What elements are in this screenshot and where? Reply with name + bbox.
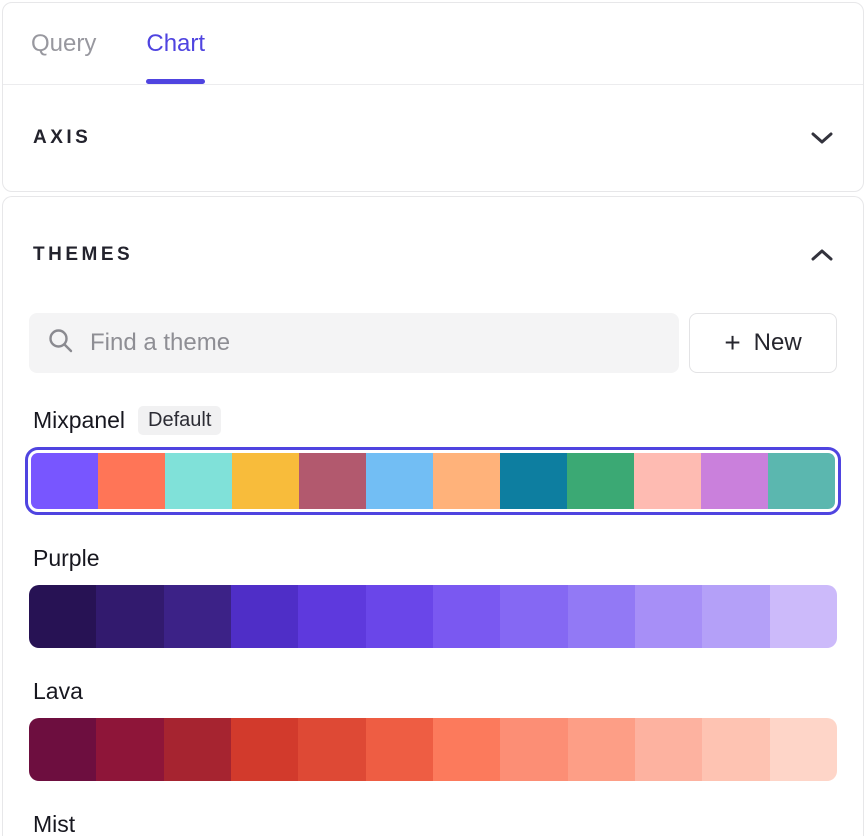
color-swatch [500,453,567,509]
color-swatch [634,453,701,509]
theme-label-row: Mixpanel Default [29,405,837,435]
axis-section-title: AXIS [33,127,91,149]
chevron-up-icon[interactable] [811,248,833,262]
theme-label-row: Purple [29,543,837,573]
plus-icon: + [724,329,740,357]
color-swatch [29,585,96,648]
themes-section-title: THEMES [33,244,133,266]
theme-list: Mixpanel Default Purple Lava Mist [29,405,837,839]
tab-chart[interactable]: Chart [146,3,205,84]
tab-query[interactable]: Query [31,3,96,84]
color-swatch [96,718,163,781]
theme-toolbar: Find a theme + New [29,313,837,373]
color-swatch [96,585,163,648]
color-swatch [366,718,433,781]
color-swatch [366,585,433,648]
color-swatch [31,453,98,509]
color-swatch [635,718,702,781]
theme-swatch-row[interactable] [29,585,837,648]
color-swatch [366,453,433,509]
theme-list-item: Mist [29,809,837,839]
theme-list-item: Lava [29,676,837,781]
color-swatch [433,718,500,781]
theme-swatch-row[interactable] [31,453,835,509]
color-swatch [568,585,635,648]
theme-name: Mixpanel [33,407,125,434]
color-swatch [701,453,768,509]
color-swatch [231,585,298,648]
color-swatch [232,453,299,509]
themes-card: THEMES Find a theme + New Mixpanel Defau… [2,196,864,836]
color-swatch [164,585,231,648]
color-swatch [98,453,165,509]
new-theme-button[interactable]: + New [689,313,837,373]
tab-bar: Query Chart [3,3,863,85]
color-swatch [702,585,769,648]
color-swatch [770,585,837,648]
color-swatch [500,718,567,781]
active-tab-underline [146,79,205,84]
theme-search-input[interactable]: Find a theme [29,313,679,373]
color-swatch [567,453,634,509]
color-swatch [770,718,837,781]
chart-settings-panel: { "tabs": { "query": "Query", "chart": "… [0,2,866,826]
color-swatch [299,453,366,509]
color-swatch [164,718,231,781]
theme-label-row: Mist [29,809,837,839]
themes-section-header[interactable]: THEMES [29,197,837,313]
color-swatch [568,718,635,781]
tab-query-label: Query [31,30,96,58]
theme-selection-ring [25,447,841,515]
chevron-down-icon[interactable] [811,131,833,145]
color-swatch [702,718,769,781]
color-swatch [433,453,500,509]
color-swatch [433,585,500,648]
theme-swatch-row[interactable] [29,718,837,781]
theme-selection-ring [29,585,837,648]
color-swatch [231,718,298,781]
color-swatch [298,585,365,648]
color-swatch [635,585,702,648]
theme-label-row: Lava [29,676,837,706]
theme-list-item: Mixpanel Default [29,405,837,515]
axis-section-header[interactable]: AXIS [3,85,863,191]
theme-list-item: Purple [29,543,837,648]
theme-selection-ring [29,718,837,781]
theme-name: Lava [33,678,83,705]
color-swatch [298,718,365,781]
color-swatch [29,718,96,781]
color-swatch [768,453,835,509]
color-swatch [500,585,567,648]
color-swatch [165,453,232,509]
default-badge: Default [138,406,221,435]
search-placeholder: Find a theme [90,329,230,357]
new-theme-button-label: New [754,329,802,357]
search-icon [47,327,74,359]
tab-chart-label: Chart [146,30,205,58]
theme-name: Mist [33,811,75,838]
theme-name: Purple [33,545,99,572]
query-chart-card: Query Chart AXIS [2,2,864,192]
